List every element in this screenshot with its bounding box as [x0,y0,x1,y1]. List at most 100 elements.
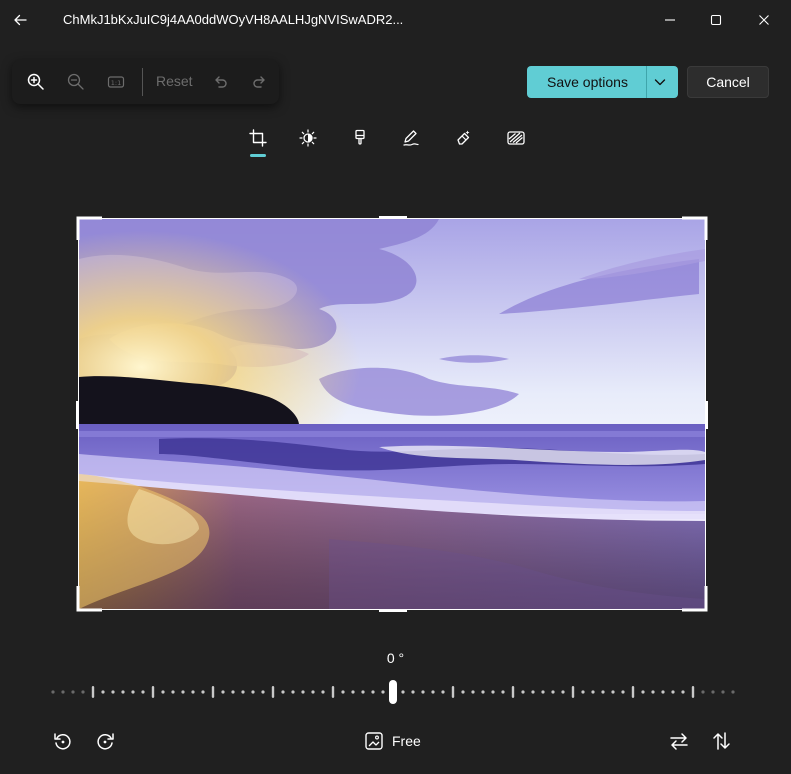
slider-tick [51,690,55,694]
crop-handle-bottom-left[interactable] [76,586,102,612]
cancel-button[interactable]: Cancel [687,66,769,98]
crop-handle-top[interactable] [379,216,407,219]
slider-tick [311,690,315,694]
slider-tick [151,686,155,698]
slider-tick [331,686,335,698]
aspect-ratio-button[interactable]: Free [364,728,421,754]
crop-handle-bottom-right[interactable] [682,586,708,612]
slider-tick [101,690,105,694]
slider-tick [611,690,615,694]
slider-tick [371,690,375,694]
slider-tick [141,690,145,694]
undo-icon[interactable] [206,68,234,96]
slider-tick [711,690,715,694]
rotate-right-icon[interactable] [92,728,118,754]
slider-tick [351,690,355,694]
slider-tick [61,690,65,694]
background-blur-icon[interactable] [502,124,530,152]
slider-tick [381,690,385,694]
back-arrow-icon[interactable] [6,6,34,34]
slider-tick [111,690,115,694]
slider-tick [491,690,495,694]
crop-handle-left[interactable] [76,401,79,429]
slider-thumb[interactable] [389,680,397,704]
toolbar-divider [142,68,143,96]
slider-tick [241,690,245,694]
slider-tick [281,690,285,694]
zoom-in-icon[interactable] [22,68,50,96]
slider-tick [631,686,635,698]
slider-tick [661,690,665,694]
crop-icon[interactable] [244,124,272,152]
zoom-out-icon[interactable] [62,68,90,96]
slider-tick [251,690,255,694]
save-options-button[interactable]: Save options [527,66,678,98]
redo-icon[interactable] [246,68,274,96]
markup-icon[interactable] [397,124,425,152]
slider-tick [731,690,735,694]
slider-tick [591,690,595,694]
slider-tick [541,690,545,694]
slider-tick [91,686,95,698]
adjustment-icon[interactable] [294,124,322,152]
zoom-toolbar: 1:1 Reset [12,60,279,104]
slider-tick [721,690,725,694]
crop-handle-right[interactable] [705,401,708,429]
slider-tick [481,690,485,694]
slider-tick [551,690,555,694]
rotate-left-icon[interactable] [50,728,76,754]
slider-tick [511,686,515,698]
slider-tick [521,690,525,694]
crop-frame[interactable] [76,216,708,612]
save-options-label: Save options [547,74,628,90]
slider-tick [681,690,685,694]
slider-tick [231,690,235,694]
slider-tick [81,690,85,694]
window-title: ChMkJ1bKxJuIC9j4AA0ddWOyVH8AALHJgNVISwAD… [63,12,404,27]
slider-tick [361,690,365,694]
slider-tick [601,690,605,694]
slider-tick [291,690,295,694]
slider-tick [621,690,625,694]
slider-tick [531,690,535,694]
actual-size-icon[interactable]: 1:1 [102,68,130,96]
chevron-down-icon[interactable] [652,74,668,90]
slider-tick [461,690,465,694]
slider-tick [121,690,125,694]
aspect-ratio-icon [365,732,383,750]
slider-tick [271,686,275,698]
reset-button[interactable]: Reset [156,73,193,89]
slider-tick [71,690,75,694]
filter-icon[interactable] [346,124,374,152]
slider-tick [561,690,565,694]
minimize-icon[interactable] [647,4,693,36]
crop-handle-top-left[interactable] [76,216,102,242]
slider-tick [651,690,655,694]
slider-tick [201,690,205,694]
slider-tick [581,690,585,694]
slider-tick [131,690,135,694]
slider-tick [431,690,435,694]
selected-tool-indicator [250,154,266,157]
erase-icon[interactable] [450,124,478,152]
close-icon[interactable] [741,4,787,36]
slider-tick [701,690,705,694]
slider-tick [441,690,445,694]
slider-tick [421,690,425,694]
slider-tick [571,686,575,698]
slider-tick [171,690,175,694]
straighten-slider[interactable] [50,680,740,704]
flip-vertical-icon[interactable] [708,728,734,754]
crop-handle-top-right[interactable] [682,216,708,242]
slider-tick [261,690,265,694]
flip-horizontal-icon[interactable] [666,728,692,754]
slider-tick [671,690,675,694]
aspect-ratio-label: Free [392,733,421,749]
maximize-icon[interactable] [693,4,739,36]
rotation-angle-label: 0 ° [386,650,405,666]
slider-tick [211,686,215,698]
slider-tick [691,686,695,698]
crop-handle-bottom[interactable] [379,609,407,612]
slider-tick [321,690,325,694]
svg-text:1:1: 1:1 [111,79,121,87]
